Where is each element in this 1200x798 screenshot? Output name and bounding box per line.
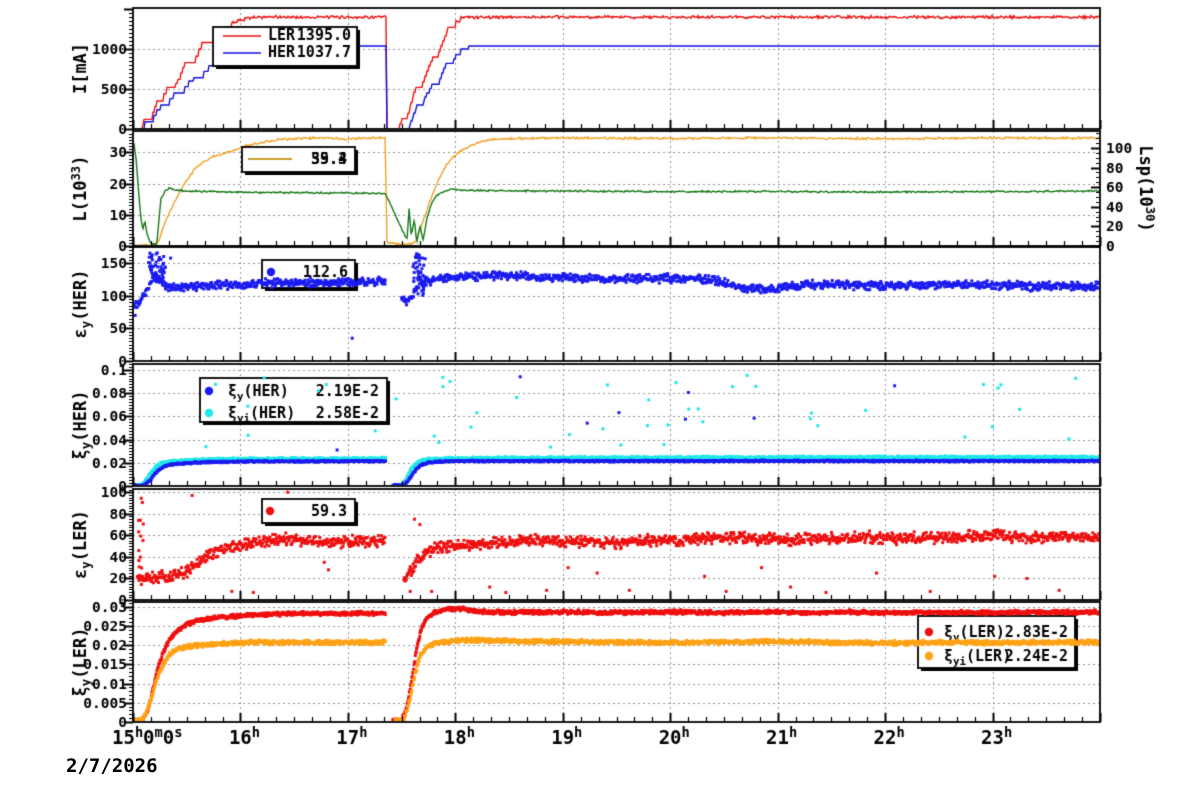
accelerator-status-monitor-page: 2/7/2026 xyxy=(0,0,1200,798)
date-label: 2/7/2026 xyxy=(66,755,158,777)
accelerator-strip-chart-canvas xyxy=(0,0,1200,798)
